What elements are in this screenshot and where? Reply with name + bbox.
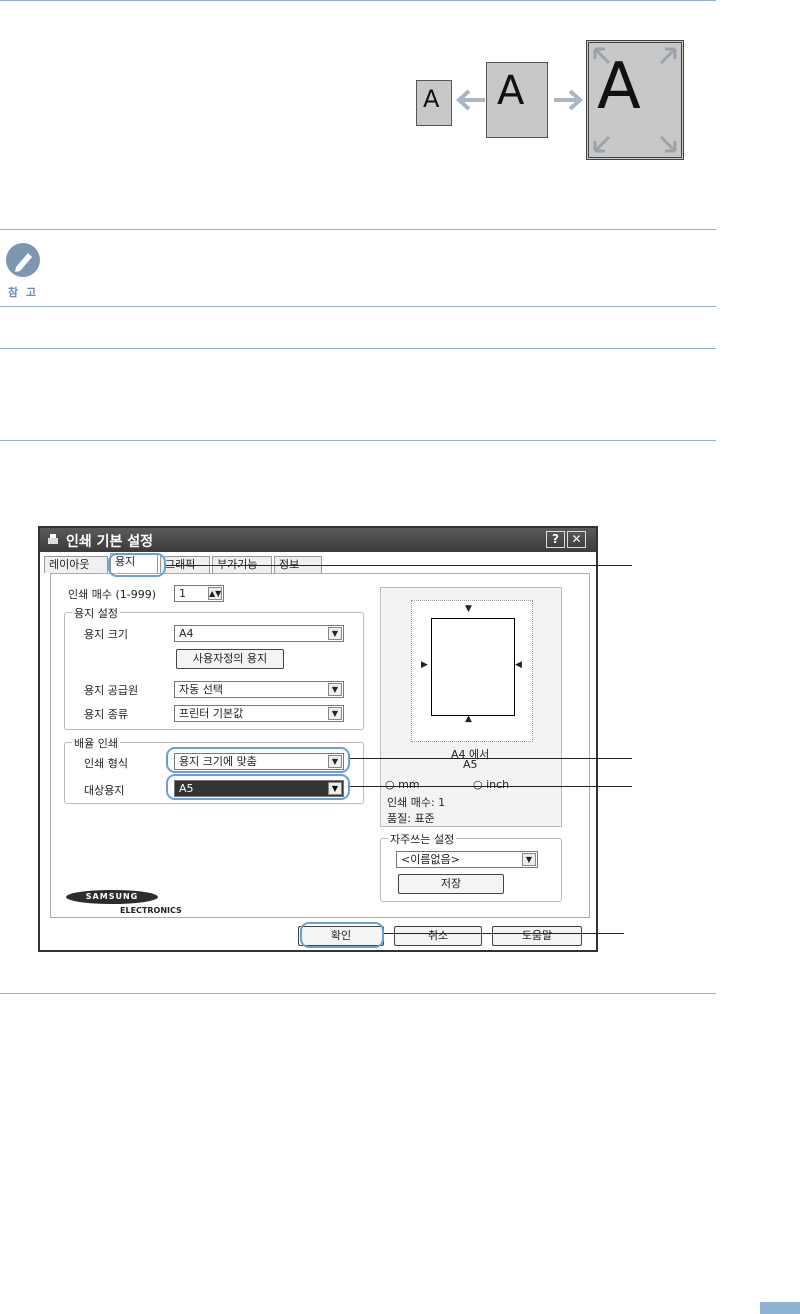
paper-type-label: 용지 종류	[84, 708, 128, 721]
chevron-down-icon[interactable]: ▼	[328, 683, 342, 696]
paper-source-select[interactable]: 자동 선택 ▼	[174, 681, 344, 698]
callout-print-mode	[166, 747, 350, 773]
copies-value: 1	[179, 587, 186, 600]
paper-preview-panel: ▼ ▲ ▶ ◀ A4 에서 A5 ○ mm ○ inch 인쇄 매수: 1 품질…	[380, 587, 562, 827]
divider	[0, 306, 716, 307]
help-button[interactable]: ?	[546, 531, 565, 548]
target-paper-label: 대상용지	[84, 784, 125, 797]
page-letter: A	[423, 85, 440, 113]
triangle-left-icon: ◀	[515, 660, 522, 670]
large-page: A	[586, 40, 684, 160]
print-mode-label: 인쇄 형식	[84, 757, 128, 770]
divider	[0, 229, 716, 230]
chevron-down-icon[interactable]: ▼	[328, 707, 342, 720]
printer-icon	[48, 534, 58, 544]
paper-size-select[interactable]: A4 ▼	[174, 625, 344, 642]
triangle-down-icon: ▼	[465, 604, 472, 614]
divider	[0, 348, 716, 349]
scale-print-title: 배율 인쇄	[72, 735, 120, 751]
preview-caption-to: A5	[463, 758, 478, 771]
callout-ok-button	[300, 922, 384, 948]
callout-line	[384, 933, 624, 934]
tab-layout[interactable]: 레이아웃	[44, 556, 108, 573]
radio-mm-label: mm	[398, 778, 420, 791]
copies-info: 인쇄 매수: 1	[387, 796, 446, 809]
paper-source-label: 용지 공급원	[84, 684, 139, 697]
note-label: 참 고	[8, 286, 39, 299]
help-footer-button[interactable]: 도움말	[492, 926, 582, 946]
chevron-down-icon[interactable]: ▼	[328, 627, 342, 640]
page-letter: A	[497, 68, 525, 114]
dialog-title: 인쇄 기본 설정	[66, 534, 154, 550]
electronics-label: ELECTRONICS	[120, 906, 182, 915]
page-number-tab	[760, 1302, 800, 1314]
radio-mm[interactable]: ○ mm	[385, 778, 420, 791]
chevron-down-icon[interactable]: ▼	[522, 853, 536, 866]
paper-type-select[interactable]: 프린터 기본값 ▼	[174, 705, 344, 722]
note-pencil-icon	[6, 243, 40, 277]
copies-label: 인쇄 매수 (1-999)	[68, 588, 157, 601]
samsung-logo: SAMSUNG	[66, 890, 158, 904]
divider	[0, 440, 716, 441]
save-button[interactable]: 저장	[398, 874, 504, 894]
spinner-arrows-icon[interactable]: ▲▼	[208, 587, 222, 600]
triangle-right-icon: ▶	[421, 660, 428, 670]
callout-line	[166, 565, 632, 566]
callout-paper-tab	[108, 553, 166, 577]
radio-inch[interactable]: ○ inch	[473, 778, 509, 791]
preview-page	[431, 618, 515, 716]
cancel-button[interactable]: 취소	[394, 926, 482, 946]
copies-spinner[interactable]: 1 ▲▼	[174, 585, 224, 602]
paper-size-value: A4	[179, 627, 194, 640]
title-bar: 인쇄 기본 설정 ? ✕	[40, 528, 596, 552]
arrow-right-icon	[554, 89, 583, 111]
close-button[interactable]: ✕	[567, 531, 586, 548]
radio-inch-label: inch	[486, 778, 510, 791]
expand-arrows-icon	[593, 47, 677, 153]
small-page: A	[416, 80, 452, 126]
favorites-value: <이름없음>	[401, 853, 460, 866]
paper-settings-title: 용지 설정	[72, 605, 120, 621]
paper-source-value: 자동 선택	[179, 683, 223, 696]
quality-info: 품질: 표준	[387, 812, 435, 825]
callout-line	[350, 786, 632, 787]
arrow-left-icon	[456, 89, 485, 111]
paper-type-value: 프린터 기본값	[179, 707, 244, 720]
callout-target-paper	[166, 774, 350, 800]
divider	[0, 0, 716, 1]
divider	[0, 993, 716, 994]
triangle-up-icon: ▲	[465, 714, 472, 724]
favorites-select[interactable]: <이름없음> ▼	[396, 851, 538, 868]
favorites-title: 자주쓰는 설정	[388, 831, 457, 847]
custom-paper-button[interactable]: 사용자정의 용지	[176, 649, 284, 669]
medium-page: A	[486, 62, 548, 138]
paper-size-label: 용지 크기	[84, 628, 128, 641]
callout-line	[350, 758, 632, 759]
